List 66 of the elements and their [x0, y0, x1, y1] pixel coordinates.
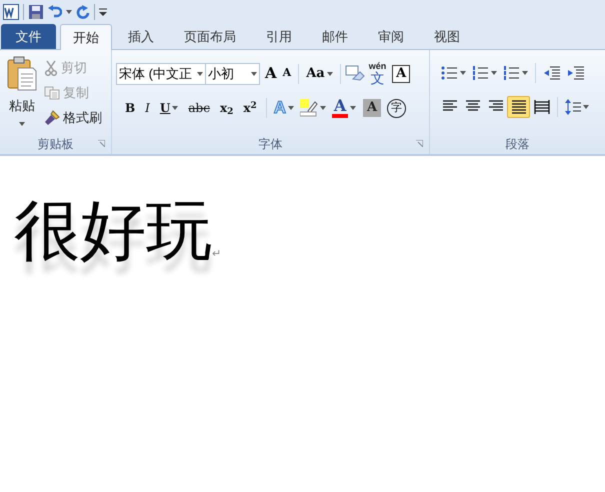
undo-icon[interactable] [48, 5, 62, 19]
indent-icon [543, 66, 561, 80]
caret-icon [172, 106, 178, 110]
highlighter-icon [300, 99, 318, 117]
phonetic-guide-button[interactable]: wén 文 [368, 62, 386, 85]
word-logo-icon[interactable] [3, 4, 19, 20]
character-shading-button[interactable]: A [363, 99, 382, 117]
customize-menu-icon[interactable] [99, 8, 107, 16]
underline-button[interactable]: U [154, 97, 184, 119]
caret-icon [251, 72, 257, 76]
align-justify-button[interactable] [507, 96, 530, 118]
document-text: 很好玩 [14, 198, 212, 264]
paragraph-mark: ↵ [212, 246, 221, 262]
ribbon-tab[interactable]: 引用 [252, 24, 306, 49]
save-icon[interactable] [28, 4, 44, 20]
list-icon [472, 66, 488, 80]
copy-icon [44, 86, 60, 100]
font-name-field[interactable]: 宋体 (中文正 [116, 62, 206, 84]
line-spacing-icon [565, 99, 581, 115]
enclosed-character-button[interactable]: 字 [387, 98, 406, 118]
shrink-font-button[interactable]: A [280, 62, 294, 84]
caret-icon [197, 72, 203, 76]
caret-icon [491, 71, 497, 75]
caret-icon [19, 122, 25, 126]
sub-button[interactable]: x$_{2}$ [214, 97, 238, 119]
font-color-button[interactable]: A [329, 97, 360, 119]
caret-icon [66, 10, 72, 14]
ribbon-tab[interactable]: 页面布局 [170, 24, 250, 49]
caret-icon [350, 106, 356, 110]
redo-icon[interactable] [76, 5, 90, 19]
align-icon [534, 99, 550, 115]
align-icon [510, 99, 526, 115]
grow-font-button[interactable]: A [262, 62, 280, 84]
caret-icon [583, 105, 589, 109]
strike-button[interactable]: abc [183, 97, 215, 119]
caret-icon [522, 71, 528, 75]
paintbrush-icon [44, 110, 60, 126]
dialog-launcher-icon[interactable] [416, 140, 423, 147]
bold-button[interactable]: B [120, 97, 140, 119]
ribbon-tab[interactable]: 插入 [114, 24, 168, 49]
paste-button[interactable]: 粘贴 [0, 56, 44, 134]
caret-icon [320, 106, 326, 110]
caret-icon [460, 71, 466, 75]
group-label: 字体 [258, 136, 282, 153]
group-label: 段落 [506, 136, 530, 153]
ribbon-tab[interactable]: 视图 [420, 24, 474, 49]
font-size-field[interactable]: 小初 [206, 62, 260, 84]
sup-button[interactable]: x$^{2}$ [238, 97, 262, 119]
scissors-icon [44, 60, 58, 76]
change-case-button[interactable]: Aa [303, 62, 336, 84]
eraser-icon[interactable] [344, 64, 365, 82]
group-label: 剪贴板 [38, 136, 74, 153]
ribbon-tab[interactable]: 审阅 [364, 24, 418, 49]
ribbon-tab[interactable]: 开始 [60, 24, 112, 50]
list-icon [503, 66, 519, 80]
list-icon [441, 66, 457, 80]
file-tab[interactable]: 文件 [1, 24, 56, 49]
painter-button[interactable]: 格式刷 [44, 108, 102, 128]
caret-icon [288, 106, 294, 110]
italic-button[interactable]: I [140, 97, 155, 119]
caret-icon [326, 72, 333, 76]
ribbon-tab[interactable]: 邮件 [308, 24, 362, 49]
indent-icon [567, 66, 585, 80]
dialog-launcher-icon[interactable] [98, 140, 105, 147]
clipboard-icon [7, 56, 37, 92]
character-border-button[interactable]: A [392, 64, 410, 82]
